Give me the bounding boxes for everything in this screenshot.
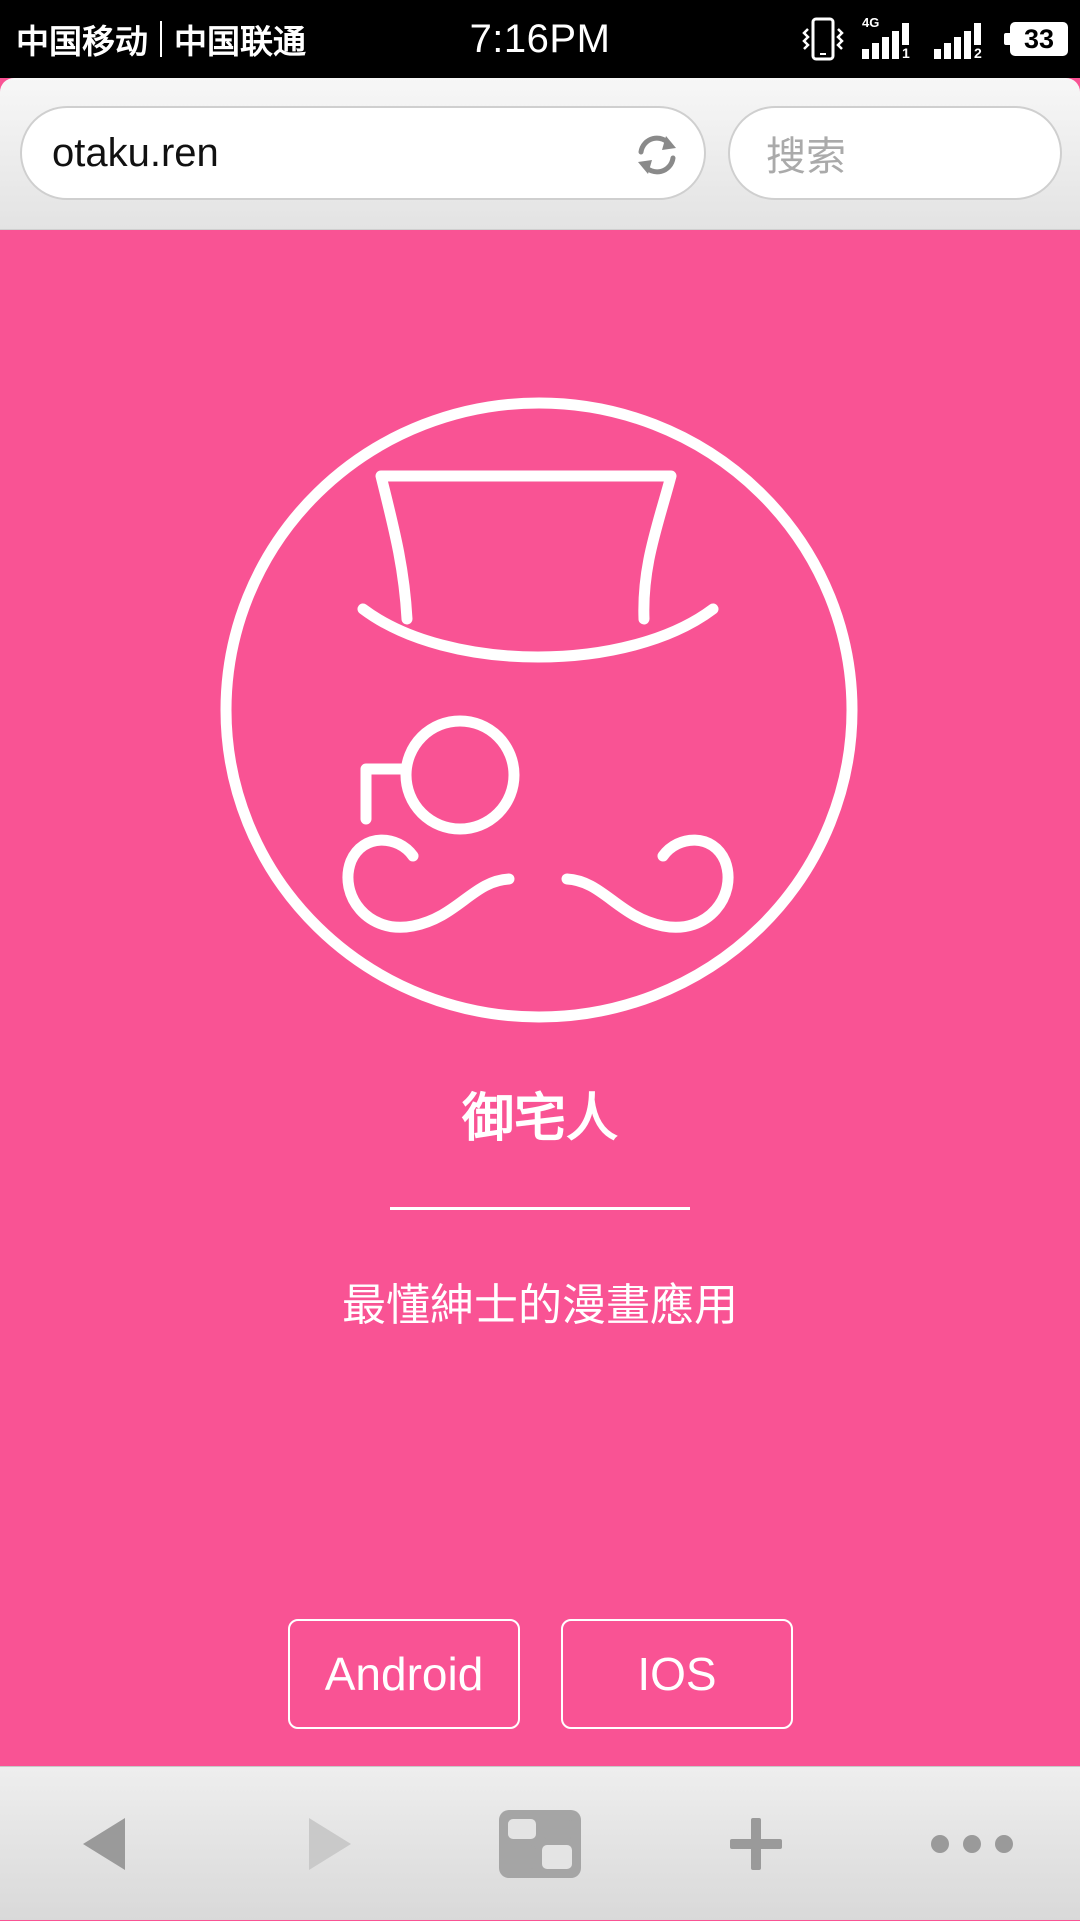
back-button[interactable] [34,1767,174,1921]
network-type-label: 4G [862,15,879,30]
browser-address-bar: otaku.ren 搜索 [0,78,1080,230]
battery-level: 33 [1010,22,1068,56]
sim-2-label: 2 [974,45,982,61]
reload-icon[interactable] [632,130,682,180]
carrier-2: 中国联通 [174,22,306,61]
title-divider [390,1207,690,1210]
more-icon [931,1835,1013,1853]
status-icons: 4G 1 2 33 [800,0,1068,78]
search-field[interactable]: 搜索 [728,106,1062,200]
battery-icon: 33 [1004,22,1068,56]
tabs-button[interactable] [470,1767,610,1921]
signal-sim2-icon: 2 [934,23,985,61]
android-download-button[interactable]: Android [288,1619,520,1729]
status-clock: 7:16PM [469,16,611,61]
carrier-1: 中国移动 [16,22,148,61]
app-title: 御宅人 [461,1089,618,1149]
url-text[interactable]: otaku.ren [52,108,219,198]
otaku-logo [220,397,858,1023]
web-page-content: 御宅人 最懂紳士的漫畫應用 Android IOS [0,231,1080,1766]
sim-1-label: 1 [902,45,910,61]
tabs-icon [499,1810,581,1878]
status-bar: 中国移动 中国联通 7:16PM 4G 1 2 33 [0,0,1080,78]
forward-icon [309,1818,351,1870]
url-field[interactable]: otaku.ren [20,106,706,200]
signal-sim1-icon: 4G 1 [862,15,913,61]
ios-download-button[interactable]: IOS [561,1619,793,1729]
new-tab-button[interactable] [686,1767,826,1921]
vibrate-icon [802,17,844,61]
menu-button[interactable] [902,1767,1042,1921]
carrier-separator [160,21,162,57]
forward-button[interactable] [260,1767,400,1921]
carrier-names: 中国移动 中国联通 [16,0,306,78]
search-placeholder: 搜索 [766,134,846,180]
app-tagline: 最懂紳士的漫畫應用 [342,1280,738,1331]
add-icon [730,1818,782,1870]
back-icon [83,1818,125,1870]
browser-toolbar [0,1766,1080,1920]
